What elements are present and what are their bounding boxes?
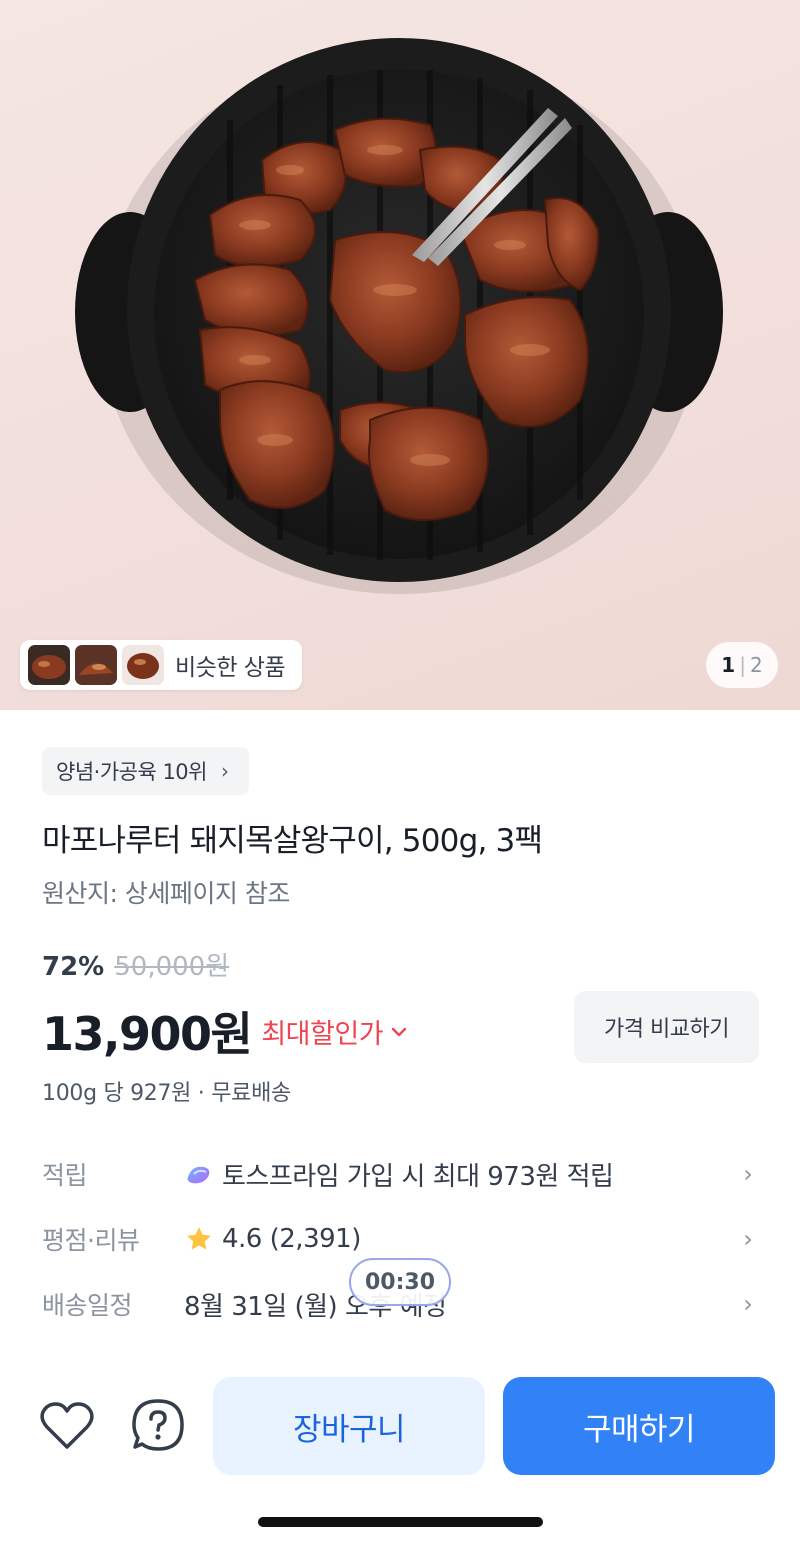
timer-badge: 00:30 (349, 1258, 451, 1306)
wishlist-heart-icon[interactable] (38, 1398, 96, 1454)
similar-products-label: 비슷한 상품 (175, 655, 286, 681)
chevron-right-icon: › (743, 1160, 753, 1188)
pager-current: 1 (721, 653, 736, 677)
price-row: 13,900원 최대할인가 (42, 998, 407, 1064)
product-image[interactable]: 비슷한 상품 1 | 2 (0, 0, 800, 710)
chevron-right-icon: › (743, 1290, 753, 1318)
origin-text: 원산지: 상세페이지 참조 (42, 879, 290, 908)
star-icon (184, 1224, 214, 1254)
similar-thumb-1 (28, 645, 70, 685)
max-discount-toggle[interactable]: 최대할인가 (261, 1012, 383, 1051)
original-price: 50,000원 (114, 952, 230, 982)
image-pager: 1 | 2 (706, 642, 778, 688)
similar-thumb-2 (75, 645, 117, 685)
chevron-down-icon[interactable] (391, 1019, 407, 1043)
category-rank-chip[interactable]: 양념·가공육 10위 › (42, 747, 249, 795)
pager-total: 2 (749, 653, 763, 677)
product-title: 마포나루터 돼지목살왕구이, 500g, 3팩 (42, 823, 543, 859)
reward-value: 토스프라임 가입 시 최대 973원 적립 (222, 1161, 614, 1192)
delivery-key: 배송일정 (42, 1291, 133, 1320)
discount-row: 72% 50,000원 (42, 946, 229, 983)
chevron-right-icon: › (743, 1225, 753, 1253)
toss-prime-icon (184, 1161, 214, 1187)
add-to-cart-button[interactable]: 장바구니 (213, 1377, 485, 1475)
category-rank-label: 양념·가공육 10위 (56, 760, 208, 784)
reward-row[interactable]: 적립 토스프라임 가입 시 최대 973원 적립 › (42, 1149, 758, 1199)
reward-key: 적립 (42, 1161, 88, 1190)
inquiry-question-icon[interactable] (130, 1396, 186, 1454)
discount-rate: 72% (42, 952, 105, 982)
rating-value: 4.6 (2,391) (222, 1224, 361, 1254)
pager-separator: | (739, 653, 746, 677)
compare-price-button[interactable]: 가격 비교하기 (574, 991, 759, 1063)
similar-thumb-3 (122, 645, 164, 685)
home-indicator (258, 1517, 543, 1527)
chevron-right-icon: › (221, 759, 229, 783)
rating-review-key: 평점·리뷰 (42, 1226, 140, 1255)
sale-price: 13,900원 (42, 1007, 253, 1061)
rating-review-row[interactable]: 평점·리뷰 4.6 (2,391) › (42, 1214, 758, 1264)
buy-now-button[interactable]: 구매하기 (503, 1377, 775, 1475)
similar-products-button[interactable]: 비슷한 상품 (20, 640, 302, 690)
unit-price-shipping: 100g 당 927원 · 무료배송 (42, 1081, 291, 1106)
product-photo (75, 38, 723, 594)
